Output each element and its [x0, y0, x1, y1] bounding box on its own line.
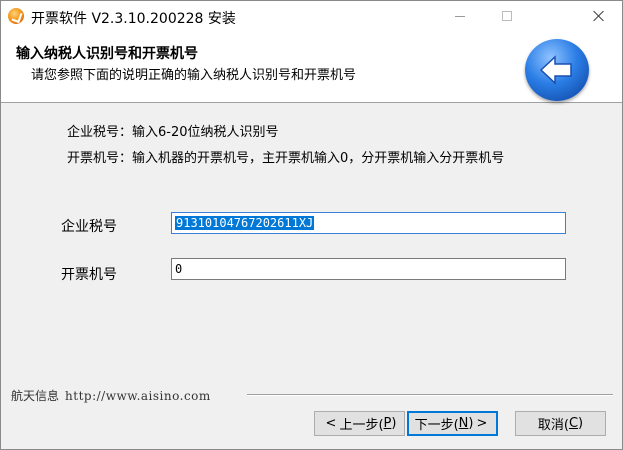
- brand-url: http://www.aisino.com: [65, 389, 211, 403]
- header-subtitle: 请您参照下面的说明正确的输入纳税人识别号和开票机号: [31, 68, 357, 83]
- minimize-icon: [455, 15, 465, 17]
- back-button[interactable]: < 上一步(P): [314, 411, 405, 436]
- back-label-end: ): [391, 416, 397, 431]
- window-title: 开票软件 V2.3.10.200228 安装: [31, 11, 236, 27]
- brand-name: 航天信息: [11, 389, 60, 403]
- back-accel: P: [383, 416, 392, 431]
- machine-number-label: 开票机号: [61, 267, 117, 283]
- title-bar: 开票软件 V2.3.10.200228 安装: [1, 1, 622, 31]
- brand-footer: 航天信息 http://www.aisino.com: [11, 387, 211, 404]
- back-arrow-icon: [525, 39, 589, 101]
- app-icon: [8, 8, 24, 24]
- close-icon: [593, 10, 605, 22]
- next-button[interactable]: 下一步(N) >: [407, 411, 498, 436]
- minimize-button[interactable]: [437, 1, 483, 31]
- machine-instruction: 开票机号：输入机器的开票机号，主开票机输入0，分开票机输入分开票机号: [67, 151, 505, 166]
- installer-window: 开票软件 V2.3.10.200228 安装 输入纳税人识别号和开票机号 请您参…: [0, 0, 623, 450]
- machine-number-input[interactable]: 0: [171, 258, 566, 280]
- next-label-end: ): [468, 416, 474, 431]
- tax-id-value: 91310104767202611XJ: [175, 216, 315, 230]
- cancel-label: 取消(: [537, 418, 569, 433]
- footer-divider: [247, 394, 613, 396]
- next-accel: N: [458, 416, 469, 431]
- cancel-label-end: ): [578, 416, 584, 431]
- back-label: 上一步(: [339, 418, 384, 433]
- maximize-button[interactable]: [484, 1, 530, 31]
- tax-id-input[interactable]: 91310104767202611XJ: [171, 212, 566, 234]
- tax-id-label: 企业税号: [61, 219, 117, 235]
- next-label: 下一步(: [414, 418, 459, 433]
- next-chevron-icon: >: [476, 416, 488, 431]
- header-title: 输入纳税人识别号和开票机号: [16, 46, 198, 62]
- machine-number-value: 0: [175, 262, 183, 276]
- maximize-icon: [502, 11, 512, 21]
- cancel-button[interactable]: 取消(C): [515, 411, 606, 436]
- tax-id-instruction: 企业税号：输入6-20位纳税人识别号: [67, 125, 279, 140]
- back-chevron-icon: <: [325, 416, 337, 431]
- close-button[interactable]: [576, 1, 622, 31]
- cancel-accel: C: [568, 416, 579, 431]
- wizard-header: 输入纳税人识别号和开票机号 请您参照下面的说明正确的输入纳税人识别号和开票机号: [1, 31, 622, 103]
